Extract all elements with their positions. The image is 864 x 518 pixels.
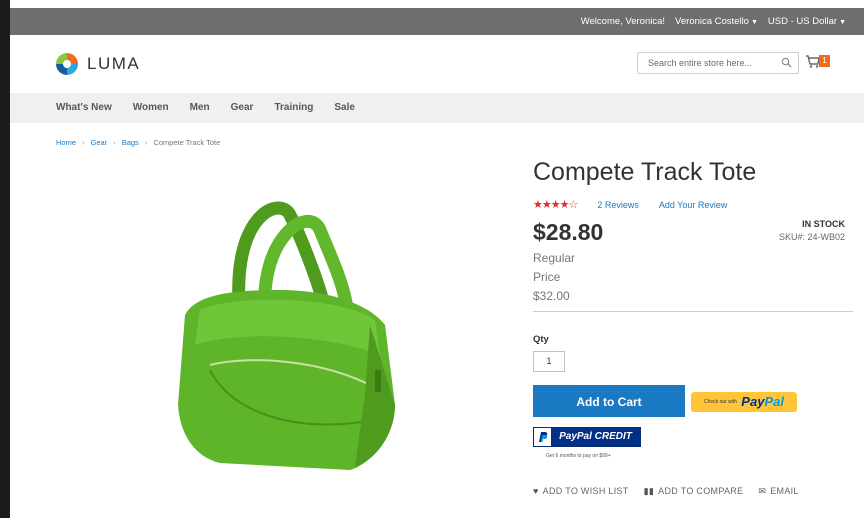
nav-item-women[interactable]: Women bbox=[133, 102, 169, 113]
chevron-down-icon: ▼ bbox=[839, 19, 846, 26]
green-tote-bag-image bbox=[178, 201, 395, 470]
qty-input[interactable]: 1 bbox=[533, 351, 565, 372]
currency-label: USD - US Dollar bbox=[767, 16, 838, 27]
regular-price-label-2: Price bbox=[533, 270, 561, 284]
product-image[interactable] bbox=[170, 195, 405, 480]
email-label: EMAIL bbox=[770, 486, 799, 496]
breadcrumb-bags[interactable]: Bags bbox=[122, 138, 139, 147]
rating-summary: ★★★★☆ 2 Reviews Add Your Review bbox=[533, 198, 727, 211]
qty-label: Qty bbox=[533, 334, 549, 345]
nav-item-sale[interactable]: Sale bbox=[334, 102, 355, 113]
cart-counter-badge: 1 bbox=[819, 55, 830, 67]
paypal-logo-pay: Pay bbox=[741, 394, 765, 409]
regular-price: Regular Price $32.00 bbox=[533, 249, 593, 306]
paypal-small-text: Check out with bbox=[704, 399, 737, 405]
nav-item-gear[interactable]: Gear bbox=[231, 102, 254, 113]
stock-info: IN STOCK SKU#: 24-WB02 bbox=[779, 219, 845, 242]
chevron-down-icon: ▼ bbox=[750, 19, 758, 26]
regular-price-value: $32.00 bbox=[533, 289, 570, 303]
breadcrumb-separator: › bbox=[82, 138, 85, 147]
final-price: $28.80 bbox=[533, 219, 604, 245]
currency-switcher[interactable]: USD - US Dollar ▼ bbox=[768, 16, 846, 27]
product-social-actions: ♥ ADD TO WISH LIST ▮▮ ADD TO COMPARE ✉ EMAI… bbox=[533, 486, 799, 497]
search-placeholder: Search entire store here... bbox=[648, 58, 753, 68]
divider bbox=[533, 311, 853, 312]
minicart[interactable]: 1 bbox=[805, 53, 830, 74]
stock-status: IN STOCK bbox=[802, 219, 845, 229]
add-to-compare-link[interactable]: ▮▮ ADD TO COMPARE bbox=[644, 486, 744, 497]
rating-stars-icon: ★★★★☆ bbox=[533, 199, 578, 211]
paypal-logo-pal: Pal bbox=[764, 394, 784, 409]
logo-text: LUMA bbox=[87, 54, 141, 73]
header: LUMA Search entire store here... 1 bbox=[10, 35, 864, 93]
breadcrumb-current: Compete Track Tote bbox=[153, 138, 221, 147]
paypal-credit-subtext: Get 6 months to pay on $99+ bbox=[546, 453, 611, 459]
heart-icon: ♥ bbox=[533, 486, 539, 496]
add-to-cart-button[interactable]: Add to Cart bbox=[533, 385, 685, 417]
compare-label: ADD TO COMPARE bbox=[658, 486, 744, 496]
account-menu[interactable]: Veronica Costello ▼ bbox=[675, 16, 758, 27]
top-bar: Welcome, Veronica! Veronica Costello ▼ US… bbox=[10, 8, 864, 35]
product-title: Compete Track Tote bbox=[533, 158, 757, 186]
envelope-icon: ✉ bbox=[758, 486, 767, 496]
paypal-credit-label: PayPal CREDIT bbox=[551, 428, 640, 446]
nav-item-men[interactable]: Men bbox=[190, 102, 210, 113]
account-name: Veronica Costello bbox=[675, 16, 749, 27]
breadcrumb-gear[interactable]: Gear bbox=[91, 138, 108, 147]
page: Welcome, Veronica! Veronica Costello ▼ US… bbox=[0, 0, 864, 518]
regular-price-label-1: Regular bbox=[533, 251, 576, 265]
breadcrumb-separator: › bbox=[144, 138, 148, 147]
welcome-text: Welcome, Veronica! bbox=[580, 16, 666, 27]
search-input[interactable]: Search entire store here... bbox=[637, 52, 799, 74]
wishlist-label: ADD TO WISH LIST bbox=[542, 486, 629, 496]
sku-value: SKU#: 24-WB02 bbox=[778, 232, 845, 242]
nav-item-training[interactable]: Training bbox=[274, 102, 313, 113]
email-link[interactable]: ✉ EMAIL bbox=[758, 486, 798, 497]
add-review-link[interactable]: Add Your Review bbox=[659, 200, 728, 210]
paypal-p-icon bbox=[534, 428, 551, 446]
breadcrumb-home[interactable]: Home bbox=[56, 138, 76, 147]
paypal-credit-button[interactable]: PayPal CREDIT bbox=[533, 427, 641, 447]
search-icon[interactable] bbox=[781, 57, 792, 68]
breadcrumb-separator: › bbox=[113, 138, 116, 147]
add-to-wishlist-link[interactable]: ♥ ADD TO WISH LIST bbox=[533, 486, 629, 497]
reviews-link[interactable]: 2 Reviews bbox=[597, 200, 639, 210]
paypal-checkout-button[interactable]: Check out with PayPal bbox=[691, 392, 797, 412]
bar-chart-icon: ▮▮ bbox=[643, 486, 655, 496]
main-navigation: What's New Women Men Gear Training Sale bbox=[10, 93, 864, 123]
nav-item-whats-new[interactable]: What's New bbox=[56, 102, 112, 113]
breadcrumb: Home › Gear › Bags › Compete Track Tote bbox=[56, 138, 220, 147]
luma-logo-icon bbox=[56, 53, 78, 75]
logo[interactable]: LUMA bbox=[55, 52, 140, 76]
